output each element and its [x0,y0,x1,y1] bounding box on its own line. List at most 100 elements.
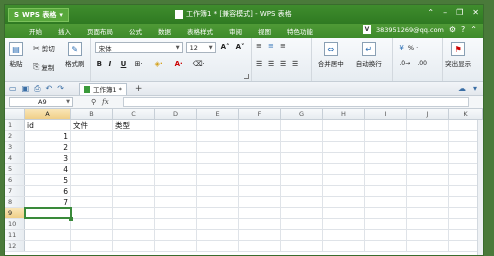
column-header-k[interactable]: K [449,109,483,119]
tab-home[interactable]: 开始 [21,26,50,36]
cell-a1[interactable]: id [25,120,71,130]
row-header[interactable]: 12 [5,241,25,251]
formula-input[interactable] [123,97,469,107]
cell-e6[interactable] [197,175,239,185]
cell-d6[interactable] [155,175,197,185]
cell-j4[interactable] [407,153,449,163]
format-painter-button[interactable]: ✎ 格式刷 [65,42,85,68]
cell-d11[interactable] [155,230,197,240]
column-header-b[interactable]: B [71,109,113,119]
zoom-search-icon[interactable]: ⚲ [91,98,96,106]
cell-e2[interactable] [197,131,239,141]
justify-icon[interactable]: ☰ [292,60,298,68]
vertical-scrollbar[interactable] [477,120,483,255]
row-header[interactable]: 9 [5,208,25,218]
row-header[interactable]: 1 [5,120,25,130]
cell-d4[interactable] [155,153,197,163]
cell-e8[interactable] [197,197,239,207]
cell-a2[interactable]: 1 [25,131,71,141]
cloud-icon[interactable]: ☁ [458,84,466,93]
tab-data[interactable]: 数据 [150,26,179,36]
cell-g10[interactable] [281,219,323,229]
cell-e7[interactable] [197,186,239,196]
cell-i3[interactable] [365,142,407,152]
cell-i11[interactable] [365,230,407,240]
cell-g1[interactable] [281,120,323,130]
column-header-i[interactable]: I [365,109,407,119]
align-left-icon[interactable]: ☰ [256,60,262,68]
cell-d2[interactable] [155,131,197,141]
redo-icon[interactable]: ↷ [57,84,64,93]
cell-f5[interactable] [239,164,281,174]
cell-e5[interactable] [197,164,239,174]
column-header-d[interactable]: D [155,109,197,119]
cell-g7[interactable] [281,186,323,196]
cell-e3[interactable] [197,142,239,152]
account-email[interactable]: 383951269@qq.com [376,26,444,34]
save-icon[interactable]: ▣ [22,84,30,93]
font-name-select[interactable]: 宋体 ▼ [94,42,183,53]
app-menu-button[interactable]: S WPS 表格 ▾ [8,7,69,22]
cell-f3[interactable] [239,142,281,152]
cell-j10[interactable] [407,219,449,229]
grow-font-icon[interactable]: A˄ [221,43,230,51]
cell-c10[interactable] [113,219,155,229]
row-header[interactable]: 3 [5,142,25,152]
cell-g12[interactable] [281,241,323,251]
cell-e4[interactable] [197,153,239,163]
spreadsheet-grid[interactable]: A B C D E F G H I J K 1 id 文件 类型 2 1 3 2 4 3 5 4 6 5 7… [5,109,483,255]
cell-b11[interactable] [71,230,113,240]
cell-i8[interactable] [365,197,407,207]
cell-c7[interactable] [113,186,155,196]
cell-c2[interactable] [113,131,155,141]
help-icon[interactable]: ? [461,25,465,34]
cell-g6[interactable] [281,175,323,185]
cell-e1[interactable] [197,120,239,130]
cell-e11[interactable] [197,230,239,240]
row-header[interactable]: 4 [5,153,25,163]
cell-a8[interactable]: 7 [25,197,71,207]
cell-j1[interactable] [407,120,449,130]
cell-g3[interactable] [281,142,323,152]
cell-i10[interactable] [365,219,407,229]
cell-a12[interactable] [25,241,71,251]
cell-f1[interactable] [239,120,281,130]
cell-a4[interactable]: 3 [25,153,71,163]
cell-i7[interactable] [365,186,407,196]
cell-e9[interactable] [197,208,239,218]
paste-button[interactable]: ▤ 粘贴 [9,42,23,68]
cell-i9[interactable] [365,208,407,218]
cell-j9[interactable] [407,208,449,218]
cell-h6[interactable] [323,175,365,185]
cell-j6[interactable] [407,175,449,185]
cell-f10[interactable] [239,219,281,229]
cell-b6[interactable] [71,175,113,185]
fill-color-icon[interactable]: ◈· [155,60,163,68]
cell-f6[interactable] [239,175,281,185]
cell-h11[interactable] [323,230,365,240]
cell-c12[interactable] [113,241,155,251]
folder-icon[interactable]: ▭ [9,84,17,93]
tab-review[interactable]: 审阅 [221,26,250,36]
cell-a11[interactable] [25,230,71,240]
cell-a6[interactable]: 5 [25,175,71,185]
cell-a5[interactable]: 4 [25,164,71,174]
cell-j11[interactable] [407,230,449,240]
column-header-c[interactable]: C [113,109,155,119]
increase-decimal-icon[interactable]: .0→ [399,60,410,67]
cell-j7[interactable] [407,186,449,196]
cell-d7[interactable] [155,186,197,196]
cell-d1[interactable] [155,120,197,130]
cell-e12[interactable] [197,241,239,251]
cell-i1[interactable] [365,120,407,130]
cell-f9[interactable] [239,208,281,218]
copy-button[interactable]: ⎘ 复制 [33,62,54,72]
cell-c11[interactable] [113,230,155,240]
cell-j5[interactable] [407,164,449,174]
number-format-select[interactable]: ¥ % · [396,42,438,53]
name-box[interactable]: A9 ▼ [9,97,73,107]
select-all-corner[interactable] [5,109,25,119]
cell-d9[interactable] [155,208,197,218]
close-icon[interactable]: ✕ [472,8,479,17]
fx-icon[interactable]: fx [102,98,109,106]
